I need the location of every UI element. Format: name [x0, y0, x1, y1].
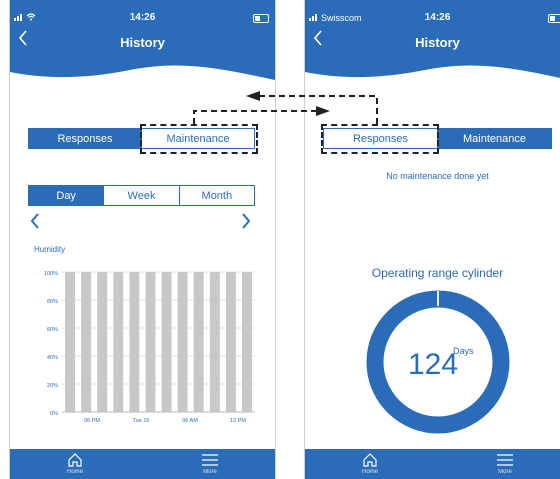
next-button[interactable]	[241, 213, 251, 233]
tab-week[interactable]: Week	[103, 186, 179, 205]
bar	[225, 272, 236, 412]
tab-home[interactable]: Home	[340, 452, 400, 475]
header: Swisscom 14:26 History	[305, 0, 560, 95]
tab-month[interactable]: Month	[178, 186, 254, 205]
tab-more[interactable]: More	[180, 452, 240, 475]
gauge-title: Operating range cylinder	[371, 266, 504, 280]
bar	[145, 272, 156, 412]
bar	[97, 272, 108, 412]
chart-ylabel: Humidity	[34, 245, 66, 254]
y-tick-label: 60%	[47, 327, 58, 333]
y-tick-label: 20%	[47, 383, 58, 389]
status-bar: 14:26	[10, 12, 275, 26]
tab-more-label: More	[498, 469, 512, 475]
bar	[177, 272, 188, 412]
chevron-right-icon	[242, 213, 251, 229]
tab-bar: Home More	[10, 449, 275, 479]
page-title: History	[415, 35, 460, 50]
bar	[65, 272, 76, 412]
tab-more[interactable]: More	[475, 452, 535, 475]
empty-state-message: No maintenance done yet	[386, 171, 489, 181]
y-tick-label: 40%	[47, 355, 58, 361]
bar	[129, 272, 140, 412]
segment-maintenance[interactable]: Maintenance	[437, 129, 551, 148]
tab-more-label: More	[203, 469, 217, 475]
highlight-maintenance	[140, 124, 258, 154]
y-tick-label: 100%	[44, 271, 58, 277]
prev-button[interactable]	[30, 213, 40, 233]
menu-icon	[497, 454, 513, 466]
bar	[193, 272, 204, 412]
header: 14:26 History	[10, 0, 275, 95]
y-tick-label: 0%	[50, 411, 58, 417]
bar	[241, 272, 252, 412]
battery-icon	[548, 14, 560, 23]
tab-home[interactable]: Home	[45, 452, 105, 475]
x-tick-label: 06 PM	[84, 418, 100, 424]
home-icon	[68, 453, 82, 467]
phone-right: Swisscom 14:26 History Responses Mainten…	[304, 0, 560, 479]
phone-left: 14:26 History Responses Maintenance Day …	[9, 0, 276, 479]
tab-day[interactable]: Day	[29, 186, 104, 205]
gauge-unit: Days	[453, 346, 474, 356]
home-icon	[363, 453, 377, 467]
bar	[113, 272, 124, 412]
chevron-left-icon	[30, 213, 39, 229]
status-time: 14:26	[424, 12, 451, 23]
gauge-value: 124	[408, 348, 458, 381]
status-bar: Swisscom 14:26	[305, 12, 560, 26]
page-title: History	[120, 35, 165, 50]
x-tick-label: 12 PM	[230, 418, 246, 424]
menu-icon	[202, 454, 218, 466]
battery-icon	[253, 14, 269, 23]
highlight-responses	[321, 124, 439, 154]
operating-range-gauge: 124 Days	[366, 290, 510, 434]
y-tick-label: 80%	[47, 299, 58, 305]
segment-responses[interactable]: Responses	[29, 129, 141, 148]
bar	[161, 272, 172, 412]
range-tabs: Day Week Month	[28, 185, 255, 206]
x-tick-label: 06 AM	[182, 418, 198, 424]
bar	[209, 272, 220, 412]
tab-home-label: Home	[66, 469, 83, 475]
bar	[81, 272, 92, 412]
x-tick-label: Tue 16	[133, 418, 150, 424]
humidity-chart: 100% 80% 60% 40% 20% 0% 06 PM Tue 16 06 AM 12 PM	[44, 271, 255, 424]
tab-home-label: Home	[361, 469, 378, 475]
tab-bar: Home More	[305, 449, 560, 479]
status-time: 14:26	[129, 12, 156, 23]
